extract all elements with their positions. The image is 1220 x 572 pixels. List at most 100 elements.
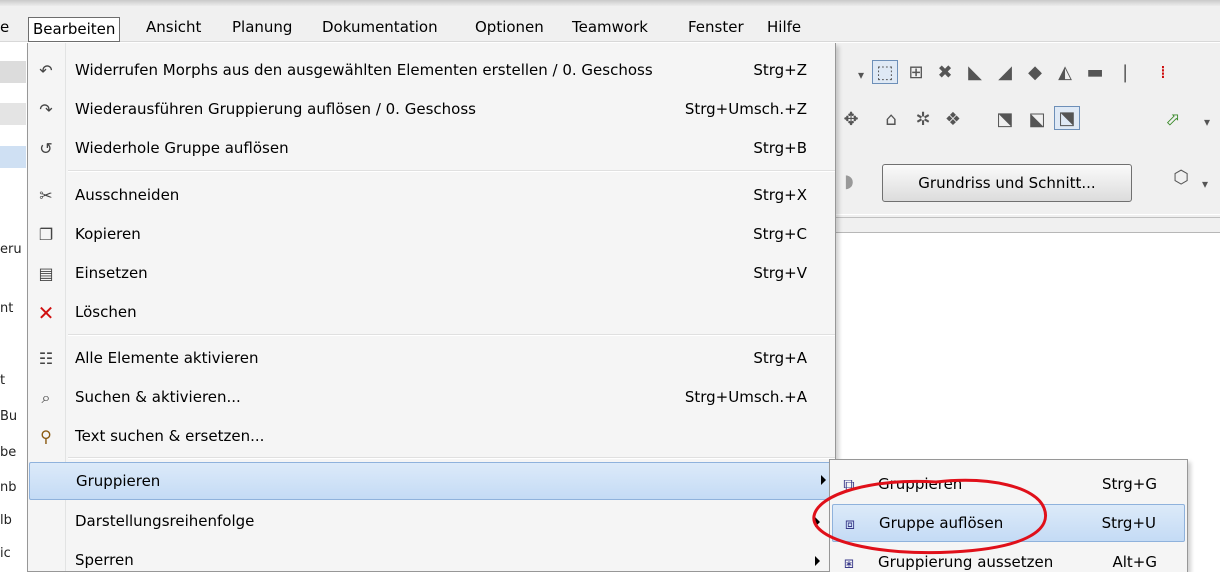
menu-item-fenster[interactable]: Fenster (688, 15, 744, 39)
submenu-item-label: Gruppieren (878, 475, 963, 493)
copy-icon: ❐ (38, 225, 54, 244)
menu-item-ansicht[interactable]: Ansicht (146, 15, 201, 39)
submenu-arrow-icon (815, 556, 820, 566)
submenu-item-gruppierung-aussetzen[interactable]: ⧆ Gruppierung aussetzen Alt+G (832, 544, 1185, 572)
menu-item-delete[interactable]: ✕ Löschen (29, 294, 835, 332)
submenu-arrow-icon (821, 475, 826, 485)
menu-item-label: Wiederhole Gruppe auflösen (75, 139, 289, 157)
panel-text-fragment: ic (0, 546, 11, 561)
panel-text-fragment: t (0, 373, 6, 388)
mesh-tool-icon[interactable]: ▬ (1082, 61, 1108, 85)
cross-tool-icon[interactable]: ✖ (932, 61, 958, 85)
menu-item-repeat[interactable]: ↺ Wiederhole Gruppe auflösen Strg+B (29, 130, 835, 168)
menu-item-file-partial[interactable]: e (0, 15, 9, 39)
menu-item-shortcut: Strg+V (753, 264, 807, 282)
edit-menu-dropdown: ↶ Widerrufen Morphs aus den ausgewählten… (27, 43, 836, 572)
menu-item-dokumentation[interactable]: Dokumentation (322, 15, 438, 39)
view-3d-icon[interactable]: ⬔ (992, 108, 1018, 132)
menu-item-optionen[interactable]: Optionen (475, 15, 544, 39)
dropdown-arrow-icon[interactable]: ▾ (1194, 110, 1220, 134)
menu-bar: e Bearbeiten Ansicht Planung Dokumentati… (0, 6, 1220, 42)
panel-text-fragment: nb (0, 480, 17, 495)
slab-tool-icon[interactable]: ◆ (1022, 61, 1048, 85)
submenu-item-gruppieren[interactable]: ⧉ Gruppieren Strg+G (832, 466, 1185, 504)
menu-item-select-all[interactable]: ☷ Alle Elemente aktivieren Strg+A (29, 340, 835, 378)
menu-item-shortcut: Strg+C (753, 225, 807, 243)
submenu-item-gruppe-aufloesen[interactable]: ⧈ Gruppe auflösen Strg+U (832, 504, 1185, 542)
menu-item-label: Darstellungsreihenfolge (75, 512, 255, 530)
group-icon: ⧉ (843, 475, 855, 494)
left-panel-partial: eru nt t Bu be nb lb ic (0, 43, 26, 572)
panel-toolbar-icon (0, 103, 26, 125)
panel-text-fragment: lb (0, 513, 12, 528)
menu-item-cut[interactable]: ✂ Ausschneiden Strg+X (29, 177, 835, 215)
find-replace-text-icon: ⚲ (40, 427, 52, 446)
menu-item-shortcut: Strg+Umsch.+Z (684, 100, 807, 118)
dropdown-arrow-icon[interactable]: ▾ (848, 63, 874, 87)
layer-tool-icon[interactable]: ✥ (838, 108, 864, 132)
menu-item-label: Löschen (75, 303, 137, 321)
scissors-icon: ✂ (39, 186, 53, 205)
menu-item-teamwork[interactable]: Teamwork (572, 15, 648, 39)
roof-tool-icon[interactable]: ◭ (1052, 61, 1078, 85)
column-tool-icon[interactable]: ❘ (1112, 61, 1138, 85)
menu-separator (68, 334, 835, 336)
submenu-item-label: Gruppierung aussetzen (878, 553, 1054, 571)
toolbar-separator (836, 214, 1220, 218)
wall-tool-icon[interactable]: ◣ (962, 61, 988, 85)
menu-item-redo[interactable]: ↷ Wiederausführen Gruppierung auflösen /… (29, 91, 835, 129)
menu-item-label: Alle Elemente aktivieren (75, 349, 259, 367)
menu-item-shortcut: Strg+B (753, 139, 807, 157)
menu-item-label: Einsetzen (75, 264, 148, 282)
menu-item-shortcut: Strg+A (753, 349, 807, 367)
undo-icon: ↶ (39, 61, 53, 80)
panel-text-fragment: be (0, 445, 17, 460)
dropdown-arrow-icon[interactable]: ▾ (1192, 172, 1218, 196)
menu-item-shortcut: Strg+Umsch.+A (684, 388, 807, 406)
menu-separator (68, 170, 835, 172)
menu-item-paste[interactable]: ▤ Einsetzen Strg+V (29, 255, 835, 293)
menu-item-label: Wiederausführen Gruppierung auflösen / 0… (75, 100, 476, 118)
cut-shape-icon: ◗ (844, 171, 854, 192)
tree-icon[interactable]: ✲ (910, 108, 936, 132)
menu-item-label: Text suchen & ersetzen... (75, 427, 265, 445)
export-icon[interactable]: ⬀ (1160, 108, 1186, 132)
panel-text-fragment: Bu (0, 409, 18, 424)
menu-item-shortcut: Strg+Z (753, 61, 807, 79)
menu-item-label: Kopieren (75, 225, 141, 243)
toolbar-overflow-icon[interactable]: ⁞ (1150, 61, 1176, 85)
select-all-icon: ☷ (38, 349, 54, 368)
dimension-tool-icon[interactable]: ⊞ (903, 61, 929, 85)
menu-item-hilfe[interactable]: Hilfe (767, 15, 801, 39)
find-select-icon: ⌕ (41, 388, 51, 407)
submenu-item-shortcut: Strg+U (1101, 514, 1156, 532)
selection-tool-icon[interactable]: ⬚ (872, 60, 898, 84)
submenu-item-shortcut: Alt+G (1112, 553, 1157, 571)
beam-tool-icon[interactable]: ◢ (992, 61, 1018, 85)
panel-selected-item (0, 146, 26, 168)
view-3d-alt-icon[interactable]: ⬕ (1024, 108, 1050, 132)
menu-item-find-replace-text[interactable]: ⚲ Text suchen & ersetzen... (29, 418, 835, 456)
menu-item-sperren[interactable]: Sperren (29, 542, 835, 572)
menu-item-find-select[interactable]: ⌕ Suchen & aktivieren... Strg+Umsch.+A (29, 379, 835, 417)
panel-text-fragment: nt (0, 301, 14, 316)
grundriss-und-schnitt-button[interactable]: Grundriss und Schnitt... (882, 164, 1132, 202)
submenu-arrow-icon (815, 517, 820, 527)
model-display-icon[interactable]: ⬡ (1168, 166, 1194, 190)
menu-item-darstellungsreihenfolge[interactable]: Darstellungsreihenfolge (29, 503, 835, 541)
object-icon[interactable]: ❖ (940, 108, 966, 132)
home-icon[interactable]: ⌂ (878, 108, 904, 132)
menu-item-bearbeiten[interactable]: Bearbeiten (28, 17, 121, 42)
menu-item-label: Ausschneiden (75, 186, 180, 204)
group-submenu: ⧉ Gruppieren Strg+G ⧈ Gruppe auflösen St… (829, 459, 1188, 572)
menu-item-gruppieren[interactable]: Gruppieren (29, 462, 835, 500)
menu-separator (68, 457, 835, 459)
menu-item-copy[interactable]: ❐ Kopieren Strg+C (29, 216, 835, 254)
view-3d-active-icon[interactable]: ⬔ (1054, 106, 1080, 130)
menu-item-label: Widerrufen Morphs aus den ausgewählten E… (75, 61, 653, 79)
ungroup-icon: ⧈ (844, 514, 856, 533)
panel-text-fragment: eru (0, 242, 22, 257)
menu-item-undo[interactable]: ↶ Widerrufen Morphs aus den ausgewählten… (29, 52, 835, 90)
menu-item-shortcut: Strg+X (753, 186, 807, 204)
menu-item-planung[interactable]: Planung (232, 15, 292, 39)
